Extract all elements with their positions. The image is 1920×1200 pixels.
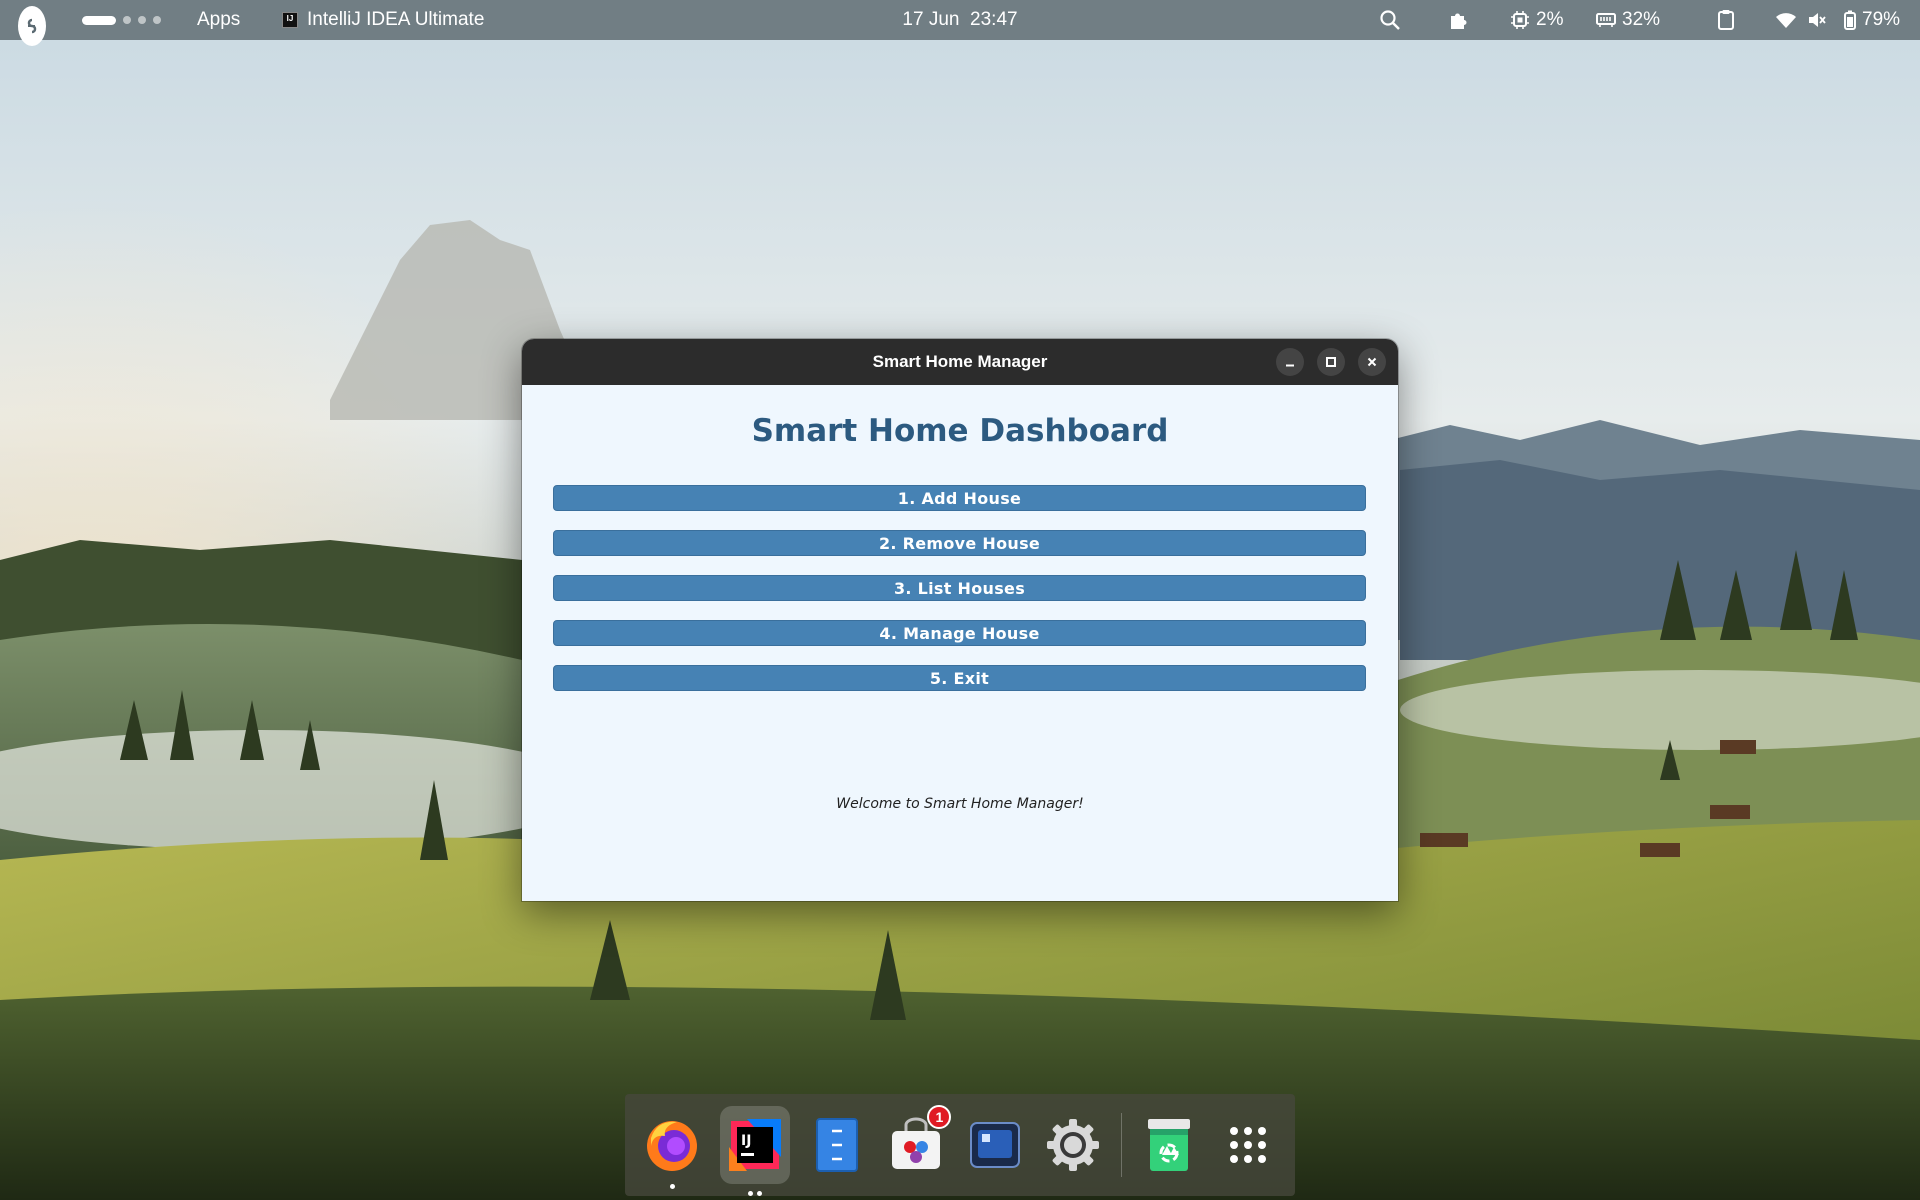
svg-text:IJ: IJ	[741, 1133, 751, 1149]
trash-icon	[1148, 1119, 1191, 1171]
maximize-button[interactable]	[1317, 348, 1345, 376]
workspace-active-pill[interactable]	[82, 15, 116, 25]
battery-icon	[1844, 10, 1856, 30]
workspace-indicator[interactable]	[82, 0, 161, 40]
focused-app-name: IntelliJ IDEA Ultimate	[307, 9, 485, 30]
cpu-icon	[1511, 11, 1529, 29]
settings-gear-icon	[1047, 1119, 1100, 1171]
notification-badge: 1	[927, 1105, 952, 1129]
close-icon	[1367, 357, 1377, 367]
top-bar: Apps IJ IntelliJ IDEA Ultimate 17 Jun 23…	[0, 0, 1920, 46]
app-grid-icon	[1229, 1127, 1266, 1163]
workspace-dot[interactable]	[123, 16, 131, 24]
memory-icon	[1596, 13, 1616, 27]
cpu-indicator[interactable]: 2%	[1510, 9, 1563, 31]
intellij-icon: IJ	[728, 1119, 781, 1171]
status-message: Welcome to Smart Home Manager!	[836, 796, 1084, 812]
add-house-button[interactable]: 1. Add House	[553, 485, 1366, 511]
dashboard-heading: Smart Home Dashboard	[751, 413, 1169, 449]
maximize-icon	[1326, 357, 1336, 367]
dock-text-editor[interactable]	[806, 1113, 869, 1177]
clipboard-icon[interactable]	[1717, 9, 1735, 31]
battery-indicator[interactable]: 79%	[1844, 9, 1900, 31]
window-controls	[1276, 348, 1386, 376]
search-icon[interactable]	[1379, 9, 1401, 31]
dock-intellij[interactable]: IJ	[719, 1106, 791, 1196]
smart-home-manager-window: Smart Home Manager Smart Home Dashboard …	[522, 339, 1398, 901]
window-content: Smart Home Dashboard 1. Add House 2. Rem…	[522, 385, 1398, 901]
window-title: Smart Home Manager	[872, 352, 1048, 371]
minimize-icon	[1286, 364, 1294, 367]
focused-app-menu[interactable]: IJ IntelliJ IDEA Ultimate	[282, 0, 484, 40]
intellij-small-icon: IJ	[282, 12, 298, 28]
workspace-dot[interactable]	[138, 16, 146, 24]
close-button[interactable]	[1358, 348, 1386, 376]
dock-show-apps[interactable]	[1216, 1113, 1279, 1177]
cpu-percent: 2%	[1536, 9, 1564, 30]
workspace-dot[interactable]	[153, 16, 161, 24]
dock-software[interactable]: 1	[885, 1105, 952, 1177]
dock-settings[interactable]	[1042, 1113, 1105, 1177]
manage-house-button[interactable]: 4. Manage House	[553, 620, 1366, 646]
battery-percent: 79%	[1862, 9, 1901, 30]
dock-boxes[interactable]	[963, 1113, 1026, 1177]
ram-indicator[interactable]: 32%	[1596, 9, 1660, 31]
minimize-button[interactable]	[1276, 348, 1304, 376]
running-indicator	[641, 1184, 704, 1189]
list-houses-button[interactable]: 3. List Houses	[553, 575, 1366, 601]
wifi-icon[interactable]	[1775, 11, 1797, 29]
ram-percent: 32%	[1622, 9, 1661, 30]
dock-firefox[interactable]	[641, 1113, 704, 1189]
apps-menu-button[interactable]: Apps	[197, 0, 240, 40]
volume-muted-icon[interactable]	[1807, 11, 1827, 29]
running-indicator	[720, 1191, 790, 1196]
dock: IJ 1	[625, 1094, 1295, 1196]
text-editor-icon	[816, 1118, 859, 1172]
window-titlebar[interactable]: Smart Home Manager	[522, 339, 1398, 385]
firefox-icon	[647, 1121, 698, 1171]
extensions-puzzle-icon[interactable]	[1447, 9, 1469, 31]
fedora-logo-icon[interactable]	[18, 6, 46, 46]
clock-datetime[interactable]: 17 Jun 23:47	[902, 9, 1017, 31]
dock-trash[interactable]	[1138, 1113, 1201, 1177]
boxes-icon	[969, 1122, 1020, 1168]
exit-button[interactable]: 5. Exit	[553, 665, 1366, 691]
dock-separator	[1120, 1113, 1122, 1177]
remove-house-button[interactable]: 2. Remove House	[553, 530, 1366, 556]
